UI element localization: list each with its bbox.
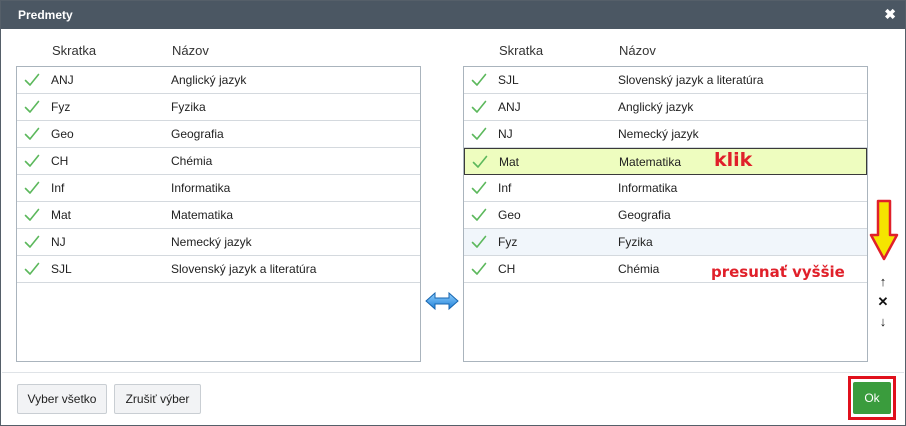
subject-name: Informatika: [618, 181, 678, 195]
right-header-abbr: Skratka: [499, 43, 544, 58]
subject-abbr: SJL: [498, 73, 519, 87]
list-item[interactable]: ANJ Anglický jazyk: [17, 67, 420, 94]
check-icon: [471, 73, 487, 86]
subject-name: Anglický jazyk: [171, 73, 247, 87]
list-item[interactable]: Inf Informatika: [464, 175, 867, 202]
check-icon: [24, 181, 40, 194]
select-all-button[interactable]: Vyber všetko: [17, 384, 107, 414]
list-item[interactable]: CH Chémia: [17, 148, 420, 175]
subject-abbr: CH: [51, 154, 69, 168]
check-icon: [24, 100, 40, 113]
check-icon: [24, 208, 40, 221]
subject-abbr: Fyz: [498, 235, 518, 249]
check-icon: [471, 100, 487, 113]
subject-name: Slovenský jazyk a literatúra: [171, 262, 317, 276]
check-icon: [471, 181, 487, 194]
subject-name: Nemecký jazyk: [171, 235, 252, 249]
remove-icon[interactable]: ✕: [875, 294, 891, 310]
ok-button[interactable]: Ok: [853, 382, 891, 414]
subject-abbr: SJL: [51, 262, 72, 276]
subject-name: Geografia: [171, 127, 224, 141]
check-icon: [471, 262, 487, 275]
dialog-titlebar: Predmety ✖: [1, 1, 905, 29]
subject-abbr: Geo: [498, 208, 521, 222]
selected-subjects-list[interactable]: SJL Slovenský jazyk a literatúra ANJ Anglic…: [463, 66, 868, 362]
list-item[interactable]: Geo Geografia: [17, 121, 420, 148]
list-item[interactable]: ANJ Anglický jazyk: [464, 94, 867, 121]
check-icon: [24, 127, 40, 140]
available-subjects-list[interactable]: ANJ Anglický jazyk Fyz Fyzika Geo Geografia CH…: [16, 66, 421, 362]
subject-name: Anglický jazyk: [618, 100, 694, 114]
list-item[interactable]: NJ Nemecký jazyk: [17, 229, 420, 256]
check-icon: [472, 155, 488, 168]
move-up-icon[interactable]: ↑: [875, 274, 891, 290]
subject-name: Chémia: [618, 262, 660, 276]
subject-name: Fyzika: [618, 235, 653, 249]
subject-abbr: CH: [498, 262, 516, 276]
list-item[interactable]: Fyz Fyzika: [464, 229, 867, 256]
list-item-selected[interactable]: Mat Matematika: [464, 148, 867, 175]
subject-name: Matematika: [171, 208, 234, 222]
subject-abbr: NJ: [498, 127, 513, 141]
subject-name: Geografia: [618, 208, 671, 222]
subject-name: Nemecký jazyk: [618, 127, 699, 141]
list-item[interactable]: NJ Nemecký jazyk: [464, 121, 867, 148]
subject-abbr: Inf: [51, 181, 65, 195]
subject-abbr: Geo: [51, 127, 74, 141]
subject-abbr: Inf: [498, 181, 512, 195]
subject-abbr: Mat: [499, 155, 520, 169]
subject-abbr: Mat: [51, 208, 72, 222]
subject-abbr: Fyz: [51, 100, 71, 114]
dialog-title: Predmety: [18, 8, 73, 22]
subject-abbr: NJ: [51, 235, 66, 249]
subject-name: Slovenský jazyk a literatúra: [618, 73, 764, 87]
transfer-arrows-icon[interactable]: [425, 291, 459, 311]
left-header-name: Názov: [172, 43, 209, 58]
left-header-abbr: Skratka: [52, 43, 97, 58]
right-header-name: Názov: [619, 43, 656, 58]
list-item[interactable]: Inf Informatika: [17, 175, 420, 202]
check-icon: [471, 127, 487, 140]
subject-abbr: ANJ: [498, 100, 521, 114]
subject-abbr: ANJ: [51, 73, 74, 87]
check-icon: [471, 208, 487, 221]
subject-name: Chémia: [171, 154, 213, 168]
click-hint-annotation: klik: [714, 149, 753, 171]
list-item[interactable]: SJL Slovenský jazyk a literatúra: [464, 67, 867, 94]
list-item[interactable]: Mat Matematika: [17, 202, 420, 229]
list-item[interactable]: Geo Geografia: [464, 202, 867, 229]
down-arrow-icon: [869, 199, 899, 261]
cancel-selection-button[interactable]: Zrušiť výber: [114, 384, 201, 414]
move-up-hint-annotation: presunať vyššie: [711, 263, 845, 281]
list-item[interactable]: SJL Slovenský jazyk a literatúra: [17, 256, 420, 283]
subjects-dialog: Predmety ✖ Skratka Názov Skratka Názov A…: [0, 0, 906, 426]
list-item[interactable]: Fyz Fyzika: [17, 94, 420, 121]
check-icon: [24, 73, 40, 86]
check-icon: [24, 262, 40, 275]
close-icon[interactable]: ✖: [884, 6, 896, 23]
check-icon: [24, 154, 40, 167]
move-down-icon[interactable]: ↓: [875, 314, 891, 330]
subject-name: Fyzika: [171, 100, 206, 114]
subject-name: Matematika: [619, 155, 682, 169]
subject-name: Informatika: [171, 181, 231, 195]
check-icon: [24, 235, 40, 248]
check-icon: [471, 235, 487, 248]
footer-divider: [2, 372, 904, 373]
